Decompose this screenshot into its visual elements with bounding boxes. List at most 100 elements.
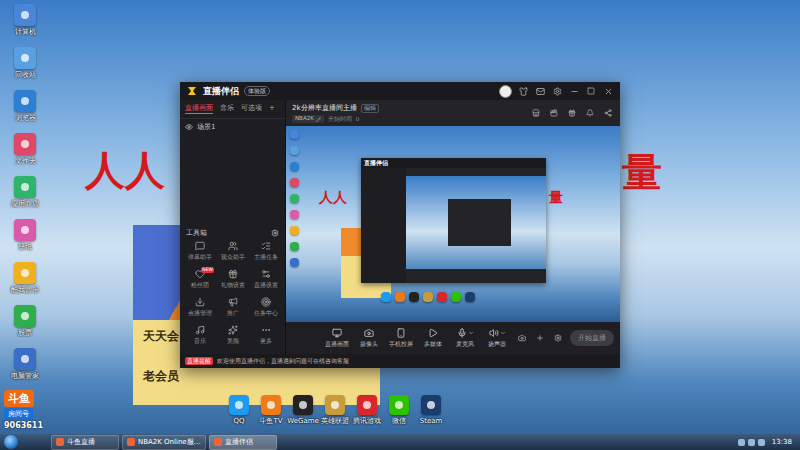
control-icon <box>489 328 499 338</box>
viewer-count: 0 <box>356 116 360 122</box>
dock-label: QQ <box>233 417 244 425</box>
mini-app-icon <box>290 162 299 171</box>
desktop-icon[interactable]: 浏览器 <box>2 90 48 128</box>
gear-icon[interactable] <box>551 85 563 97</box>
mail-icon[interactable] <box>534 85 546 97</box>
panel-tab[interactable]: 可选项 <box>241 104 262 114</box>
preview-wallpaper-text: 人人 <box>319 190 347 205</box>
tool-icon <box>261 269 271 279</box>
app-icon <box>14 262 36 284</box>
dock-item[interactable]: 英雄联盟 <box>322 395 348 425</box>
nested-preview <box>406 176 546 269</box>
mini-app-icon <box>290 210 299 219</box>
desktop-icon[interactable]: 股票 <box>2 305 48 343</box>
edit-button[interactable]: 编辑 <box>361 104 379 113</box>
taskbar-label: 直播伴侣 <box>225 437 253 447</box>
control-button[interactable]: 麦克风 <box>452 328 478 349</box>
control-button[interactable]: 摄像头 <box>356 328 382 349</box>
gift-icon[interactable] <box>566 107 578 119</box>
gear-icon[interactable] <box>271 229 279 237</box>
clapperboard-icon[interactable] <box>548 107 560 119</box>
dropdown-icon[interactable] <box>500 330 506 336</box>
tool-button[interactable]: 弹幕助手 <box>183 241 216 266</box>
taskbar-item[interactable]: NBA2K Online服… <box>122 435 206 450</box>
dock-item[interactable]: QQ <box>226 395 252 425</box>
app-icon <box>357 395 377 415</box>
tool-button[interactable]: 更多 <box>249 325 282 350</box>
taskbar-item[interactable]: 斗鱼直播 <box>51 435 119 450</box>
desktop-icon-column: 计算机回收站浏览器文件夹应用商店壁纸酷我音乐股票电脑管家 <box>2 4 48 386</box>
scene-row[interactable]: 场景1 <box>180 119 285 135</box>
tool-button[interactable]: 任务中心 <box>249 297 282 322</box>
shirt-icon[interactable] <box>517 85 529 97</box>
app-icon <box>14 133 36 155</box>
dock-item[interactable]: 微信 <box>386 395 412 425</box>
tool-button[interactable]: 主播任务 <box>249 241 282 266</box>
share-icon[interactable] <box>602 107 614 119</box>
tool-button[interactable]: 粉丝团NEW <box>183 269 216 294</box>
taskbar-item[interactable]: 直播伴侣 <box>209 435 277 450</box>
control-bar: 直播画面摄像头手机投屏多媒体麦克风扬声器 开始直播 <box>286 322 620 354</box>
control-icon <box>396 328 406 338</box>
desktop-icon[interactable]: 壁纸 <box>2 219 48 257</box>
maximize-icon[interactable] <box>585 85 597 97</box>
desktop-icon[interactable]: 酷我音乐 <box>2 262 48 300</box>
control-button[interactable]: 手机投屏 <box>388 328 414 349</box>
desktop-icon[interactable]: 计算机 <box>2 4 48 42</box>
close-icon[interactable] <box>602 85 614 97</box>
window-title: 直播伴侣 <box>203 85 239 98</box>
control-button[interactable]: 直播画面 <box>324 328 350 349</box>
mini-app-icon <box>290 146 299 155</box>
dock-label: 微信 <box>392 417 406 425</box>
avatar[interactable] <box>499 85 512 98</box>
tool-icon <box>261 297 271 307</box>
tool-button[interactable]: 直播设置 <box>249 269 282 294</box>
pencil-icon <box>316 117 321 122</box>
desktop-icon[interactable]: 电脑管家 <box>2 348 48 386</box>
control-button[interactable]: 多媒体 <box>420 328 446 349</box>
control-icon <box>364 328 374 338</box>
control-button[interactable]: 扬声器 <box>484 328 510 349</box>
preview-window: 直播伴侣 <box>361 158 546 283</box>
tool-button[interactable]: 点播管理 <box>183 297 216 322</box>
dock-item[interactable]: 腾讯游戏 <box>354 395 380 425</box>
dock-item[interactable]: 斗鱼TV <box>258 395 284 425</box>
toolbox-title: 工具箱 <box>186 228 207 238</box>
desktop-icon[interactable]: 应用商店 <box>2 176 48 214</box>
tool-icon <box>195 241 205 251</box>
watermark-caption: 房间号 <box>4 408 33 420</box>
tool-button[interactable]: 推广 <box>216 297 249 322</box>
minimize-icon[interactable] <box>568 85 580 97</box>
desktop-icon[interactable]: 文件夹 <box>2 133 48 171</box>
start-live-button[interactable]: 开始直播 <box>570 330 614 346</box>
tool-button[interactable]: 音乐 <box>183 325 216 350</box>
bell-icon[interactable] <box>584 107 596 119</box>
dock: QQ 斗鱼TVWeGame英雄联盟腾讯游戏微信 Steam <box>226 395 444 425</box>
dropdown-icon[interactable] <box>468 330 474 336</box>
dock-item[interactable]: Steam <box>418 395 444 425</box>
mini-dock-icon <box>409 292 419 302</box>
eye-icon[interactable] <box>185 123 193 131</box>
taskbar-label: 斗鱼直播 <box>67 437 95 447</box>
plus-icon[interactable] <box>534 332 546 344</box>
tool-button[interactable]: 礼物设置 <box>216 269 249 294</box>
title-bar: 直播伴侣体验版 <box>180 82 620 100</box>
start-time: 开始时间 <box>328 116 352 123</box>
start-button[interactable] <box>4 435 18 449</box>
gear-icon[interactable] <box>552 332 564 344</box>
panel-tab[interactable]: + <box>269 104 275 114</box>
tool-label: 美颜 <box>227 337 239 344</box>
store-icon[interactable] <box>530 107 542 119</box>
app-icon <box>14 219 36 241</box>
tool-button[interactable]: 观众助手 <box>216 241 249 266</box>
dock-item[interactable]: WeGame <box>290 395 316 425</box>
panel-tab[interactable]: 音乐 <box>220 104 234 114</box>
panel-tab[interactable]: 直播画面 <box>185 104 213 114</box>
tool-label: 推广 <box>227 309 239 316</box>
tool-button[interactable]: 美颜 <box>216 325 249 350</box>
desktop-icon[interactable]: 回收站 <box>2 47 48 85</box>
desktop-icon-label: 回收站 <box>15 71 36 79</box>
app-icon <box>14 90 36 112</box>
camera-icon[interactable] <box>516 332 528 344</box>
category-tag[interactable]: NBA2K <box>292 115 324 123</box>
